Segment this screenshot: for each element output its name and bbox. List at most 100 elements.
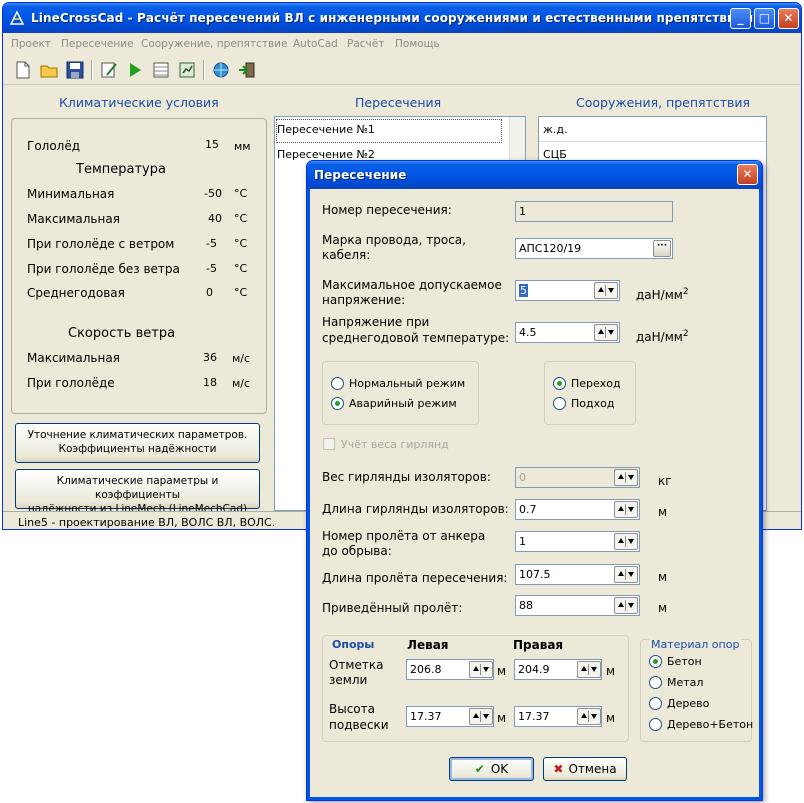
material-wood-radio[interactable]	[649, 697, 662, 710]
material-wood-concrete-radio[interactable]	[649, 718, 662, 731]
transition-approach-label[interactable]: Подход	[571, 397, 614, 410]
save-disk-icon[interactable]	[65, 60, 85, 80]
edit-icon[interactable]	[99, 60, 119, 80]
span-number-field[interactable]: 1	[515, 531, 640, 552]
insulator-weight-spinner[interactable]	[614, 469, 638, 486]
menu-autocad[interactable]: AutoCad	[293, 38, 338, 50]
report-icon[interactable]	[177, 60, 197, 80]
maximize-button[interactable]: □	[754, 8, 775, 29]
row-divider	[539, 141, 766, 142]
ice-value[interactable]: 15	[189, 138, 219, 151]
avg-stress-field[interactable]: 4.5	[515, 322, 620, 343]
ice-unit: мм	[234, 140, 251, 153]
menu-help[interactable]: Помощь	[395, 38, 440, 50]
suspension-height-right-field[interactable]: 17.37	[514, 706, 602, 727]
crossings-header: Пересечения	[355, 95, 442, 110]
structure-item-1[interactable]: ж.д.	[543, 123, 568, 136]
ground-mark-right-spinner[interactable]	[577, 661, 601, 678]
ground-mark-left-field[interactable]: 206.8	[406, 659, 494, 680]
toolbar-separator	[91, 60, 93, 80]
menu-crossing[interactable]: Пересечение	[61, 38, 134, 50]
temp-min-value[interactable]: -50	[192, 187, 222, 200]
transition-crossing-radio[interactable]	[553, 377, 566, 390]
max-stress-field[interactable]: 5	[515, 280, 620, 301]
span-number-label-2: до обрыва:	[322, 544, 392, 558]
temp-ice-nowind-value[interactable]: -5	[187, 262, 217, 275]
wire-grade-value: АПС120/19	[519, 242, 582, 255]
material-concrete-radio[interactable]	[649, 655, 662, 668]
wind-max-value[interactable]: 36	[187, 351, 217, 364]
cancel-button[interactable]: ✖ Отмена	[543, 757, 627, 781]
open-folder-icon[interactable]	[39, 60, 59, 80]
material-wood-concrete-label[interactable]: Дерево+Бетон	[667, 718, 753, 731]
max-stress-spinner[interactable]	[594, 282, 618, 299]
ground-mark-right-field[interactable]: 204.9	[514, 659, 602, 680]
material-metal-label[interactable]: Метал	[667, 676, 703, 689]
crossing-item-1[interactable]: Пересечение №1	[277, 123, 375, 136]
temp-min-label: Минимальная	[27, 187, 115, 201]
span-number-spinner[interactable]	[614, 533, 638, 550]
exit-icon[interactable]	[237, 60, 257, 80]
mode-normal-radio[interactable]	[331, 377, 344, 390]
crossing-number-field[interactable]: 1	[515, 201, 673, 222]
suspension-height-left-field[interactable]: 17.37	[406, 706, 494, 727]
span-length-spinner[interactable]	[614, 566, 638, 583]
new-file-icon[interactable]	[13, 60, 33, 80]
reduced-span-spinner[interactable]	[614, 597, 638, 614]
span-number-value: 1	[519, 535, 526, 548]
material-concrete-label[interactable]: Бетон	[667, 655, 702, 668]
temp-avg-value[interactable]: 0	[183, 286, 213, 299]
ground-mark-right-value: 204.9	[518, 663, 550, 676]
temp-ice-wind-unit: °С	[234, 237, 248, 250]
globe-icon[interactable]	[211, 60, 231, 80]
material-title: Материал опор	[649, 638, 742, 651]
material-wood-label[interactable]: Дерево	[667, 697, 709, 710]
mode-emergency-label[interactable]: Аварийный режим	[349, 397, 457, 410]
insulator-length-spinner[interactable]	[614, 501, 638, 518]
wire-grade-field[interactable]: АПС120/19 ···	[515, 238, 673, 259]
suspension-height-right-spinner[interactable]	[577, 708, 601, 725]
mode-group: Нормальный режим Аварийный режим	[322, 361, 479, 425]
supports-right-header: Правая	[513, 638, 564, 652]
insulator-weight-field[interactable]: 0	[515, 467, 640, 488]
menu-structure[interactable]: Сооружение, препятствие	[141, 38, 287, 50]
import-linemech-button[interactable]: Климатические параметры и коэффициенты н…	[15, 469, 260, 515]
mode-normal-label[interactable]: Нормальный режим	[349, 377, 465, 390]
temp-max-value[interactable]: 40	[192, 212, 222, 225]
wire-grade-browse-button[interactable]: ···	[653, 240, 671, 257]
ok-button[interactable]: ✔ OK	[449, 757, 534, 781]
wind-ice-value[interactable]: 18	[187, 376, 217, 389]
toolbar-separator	[203, 60, 205, 80]
reduced-span-field[interactable]: 88	[515, 595, 640, 616]
close-button[interactable]: ✕	[778, 8, 799, 29]
insulator-length-field[interactable]: 0.7	[515, 499, 640, 520]
transition-crossing-label[interactable]: Переход	[571, 377, 621, 390]
dialog-titlebar[interactable]: Пересечение ✕	[307, 161, 762, 189]
string-weight-checkbox[interactable]	[323, 438, 335, 450]
table-icon[interactable]	[151, 60, 171, 80]
ice-label: Гололёд	[27, 139, 81, 153]
refine-climate-button[interactable]: Уточнение климатических параметров. Коэф…	[15, 423, 260, 463]
crossing-number-label: Номер пересечения:	[322, 203, 452, 217]
mode-emergency-radio[interactable]	[331, 397, 344, 410]
material-metal-radio[interactable]	[649, 676, 662, 689]
wire-grade-label-2: кабеля:	[322, 248, 371, 262]
suspension-height-left-spinner[interactable]	[469, 708, 493, 725]
span-number-label-1: Номер пролёта от анкера	[322, 529, 486, 543]
menu-project[interactable]: Проект	[11, 38, 51, 50]
avg-stress-spinner[interactable]	[594, 324, 618, 341]
main-titlebar[interactable]: LineCrossCad - Расчёт пересечений ВЛ с и…	[3, 3, 801, 33]
dialog-close-button[interactable]: ✕	[737, 164, 758, 185]
supports-group: Опоры Левая Правая Отметка земли 206.8 м…	[322, 635, 629, 742]
span-length-field[interactable]: 107.5	[515, 564, 640, 585]
run-icon[interactable]	[125, 60, 145, 80]
transition-approach-radio[interactable]	[553, 397, 566, 410]
temp-ice-wind-value[interactable]: -5	[187, 237, 217, 250]
minimize-button[interactable]: _	[730, 8, 751, 29]
menu-calculation[interactable]: Расчёт	[347, 38, 384, 50]
suspension-height-label-2: подвески	[329, 718, 389, 732]
toolbar	[3, 55, 801, 85]
ground-mark-label-2: земли	[329, 673, 368, 687]
span-length-label: Длина пролёта пересечения:	[322, 571, 508, 585]
ground-mark-left-spinner[interactable]	[469, 661, 493, 678]
